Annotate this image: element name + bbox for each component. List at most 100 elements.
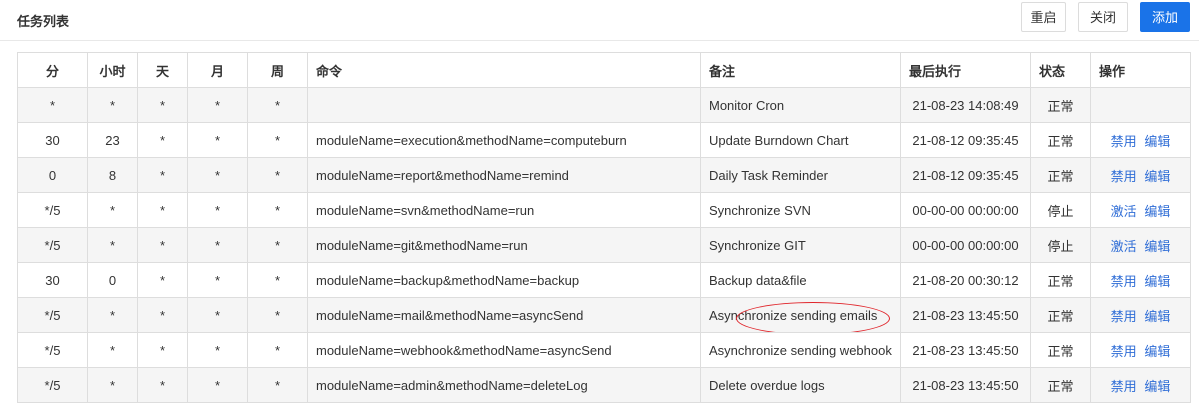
cell-week: * — [247, 192, 308, 228]
disable-link[interactable]: 禁用 — [1111, 344, 1137, 359]
cell-command: moduleName=execution&methodName=computeb… — [307, 122, 701, 158]
edit-link[interactable]: 编辑 — [1144, 239, 1170, 254]
page-title: 任务列表 — [17, 14, 70, 29]
cell-day: * — [137, 192, 188, 228]
close-button[interactable]: 关闭 — [1078, 2, 1128, 32]
cell-status: 停止 — [1030, 192, 1091, 228]
table-row: */5 * * * * moduleName=webhook&methodNam… — [17, 332, 1191, 368]
cell-day: * — [137, 262, 188, 298]
cell-week: * — [247, 297, 308, 333]
table-row: 30 0 * * * moduleName=backup&methodName=… — [17, 262, 1191, 298]
cell-minute: 30 — [17, 122, 88, 158]
cell-week: * — [247, 227, 308, 263]
table-row: * * * * * Monitor Cron 21-08-23 14:08:49… — [17, 87, 1191, 123]
cell-day: * — [137, 367, 188, 403]
col-header-command: 命令 — [307, 52, 701, 88]
disable-link[interactable]: 禁用 — [1111, 169, 1137, 184]
cell-day: * — [137, 122, 188, 158]
cell-status: 正常 — [1030, 262, 1091, 298]
edit-link[interactable]: 编辑 — [1144, 344, 1170, 359]
table-row: */5 * * * * moduleName=svn&methodName=ru… — [17, 192, 1191, 228]
cell-week: * — [247, 262, 308, 298]
cell-day: * — [137, 297, 188, 333]
cell-hour: * — [87, 297, 138, 333]
activate-link[interactable]: 激活 — [1111, 204, 1137, 219]
cell-command: moduleName=admin&methodName=deleteLog — [307, 367, 701, 403]
cell-month: * — [187, 262, 248, 298]
cell-remark: Backup data&file — [700, 262, 901, 298]
cell-minute: 0 — [17, 157, 88, 193]
task-table: 分 小时 天 月 周 命令 备注 最后执行 状态 操作 * * * * * Mo… — [17, 52, 1191, 403]
cell-minute: */5 — [17, 297, 88, 333]
cell-hour: * — [87, 87, 138, 123]
edit-link[interactable]: 编辑 — [1144, 169, 1170, 184]
col-header-month: 月 — [187, 52, 248, 88]
remark-text: Asynchronize sending emails — [709, 307, 878, 323]
disable-link[interactable]: 禁用 — [1111, 309, 1137, 324]
col-header-day: 天 — [137, 52, 188, 88]
col-header-actions: 操作 — [1090, 52, 1191, 88]
cell-actions: 禁用 编辑 — [1090, 367, 1191, 403]
cell-remark: Synchronize GIT — [700, 227, 901, 263]
cell-actions — [1090, 87, 1191, 123]
edit-link[interactable]: 编辑 — [1144, 309, 1170, 324]
cell-month: * — [187, 227, 248, 263]
table-row: 0 8 * * * moduleName=report&methodName=r… — [17, 157, 1191, 193]
disable-link[interactable]: 禁用 — [1111, 274, 1137, 289]
cell-actions: 禁用 编辑 — [1090, 262, 1191, 298]
cell-last-run: 21-08-12 09:35:45 — [900, 157, 1031, 193]
cell-actions: 激活 编辑 — [1090, 192, 1191, 228]
cell-remark: Update Burndown Chart — [700, 122, 901, 158]
cell-status: 正常 — [1030, 332, 1091, 368]
cell-minute: */5 — [17, 367, 88, 403]
add-button[interactable]: 添加 — [1140, 2, 1190, 32]
col-header-minute: 分 — [17, 52, 88, 88]
cell-minute: */5 — [17, 192, 88, 228]
cell-actions: 禁用 编辑 — [1090, 157, 1191, 193]
cell-command: moduleName=backup&methodName=backup — [307, 262, 701, 298]
cell-status: 正常 — [1030, 367, 1091, 403]
disable-link[interactable]: 禁用 — [1111, 379, 1137, 394]
cell-month: * — [187, 297, 248, 333]
disable-link[interactable]: 禁用 — [1111, 134, 1137, 149]
cell-hour: 23 — [87, 122, 138, 158]
page-header: 任务列表 重启 关闭 添加 — [0, 0, 1199, 41]
cell-hour: * — [87, 332, 138, 368]
cell-minute: 30 — [17, 262, 88, 298]
edit-link[interactable]: 编辑 — [1144, 379, 1170, 394]
cell-week: * — [247, 367, 308, 403]
cell-actions: 激活 编辑 — [1090, 227, 1191, 263]
cell-minute: */5 — [17, 227, 88, 263]
cell-month: * — [187, 332, 248, 368]
cell-status: 正常 — [1030, 122, 1091, 158]
cell-remark: Daily Task Reminder — [700, 157, 901, 193]
edit-link[interactable]: 编辑 — [1144, 134, 1170, 149]
activate-link[interactable]: 激活 — [1111, 239, 1137, 254]
cell-week: * — [247, 332, 308, 368]
cell-day: * — [137, 157, 188, 193]
edit-link[interactable]: 编辑 — [1144, 274, 1170, 289]
cell-command: moduleName=webhook&methodName=asyncSend — [307, 332, 701, 368]
cell-remark: Delete overdue logs — [700, 367, 901, 403]
cell-actions: 禁用 编辑 — [1090, 122, 1191, 158]
cell-command: moduleName=report&methodName=remind — [307, 157, 701, 193]
table-header-row: 分 小时 天 月 周 命令 备注 最后执行 状态 操作 — [17, 52, 1191, 88]
col-header-week: 周 — [247, 52, 308, 88]
cell-last-run: 21-08-23 14:08:49 — [900, 87, 1031, 123]
cell-week: * — [247, 87, 308, 123]
cell-month: * — [187, 122, 248, 158]
cell-remark: Synchronize SVN — [700, 192, 901, 228]
remark-annotated: Asynchronize sending emails — [709, 301, 890, 332]
cell-minute: */5 — [17, 332, 88, 368]
cell-command: moduleName=svn&methodName=run — [307, 192, 701, 228]
cell-month: * — [187, 192, 248, 228]
cell-hour: * — [87, 192, 138, 228]
col-header-status: 状态 — [1030, 52, 1091, 88]
cell-day: * — [137, 332, 188, 368]
cell-status: 正常 — [1030, 157, 1091, 193]
edit-link[interactable]: 编辑 — [1144, 204, 1170, 219]
cell-hour: * — [87, 367, 138, 403]
restart-button[interactable]: 重启 — [1021, 2, 1066, 32]
col-header-hour: 小时 — [87, 52, 138, 88]
cell-hour: 8 — [87, 157, 138, 193]
